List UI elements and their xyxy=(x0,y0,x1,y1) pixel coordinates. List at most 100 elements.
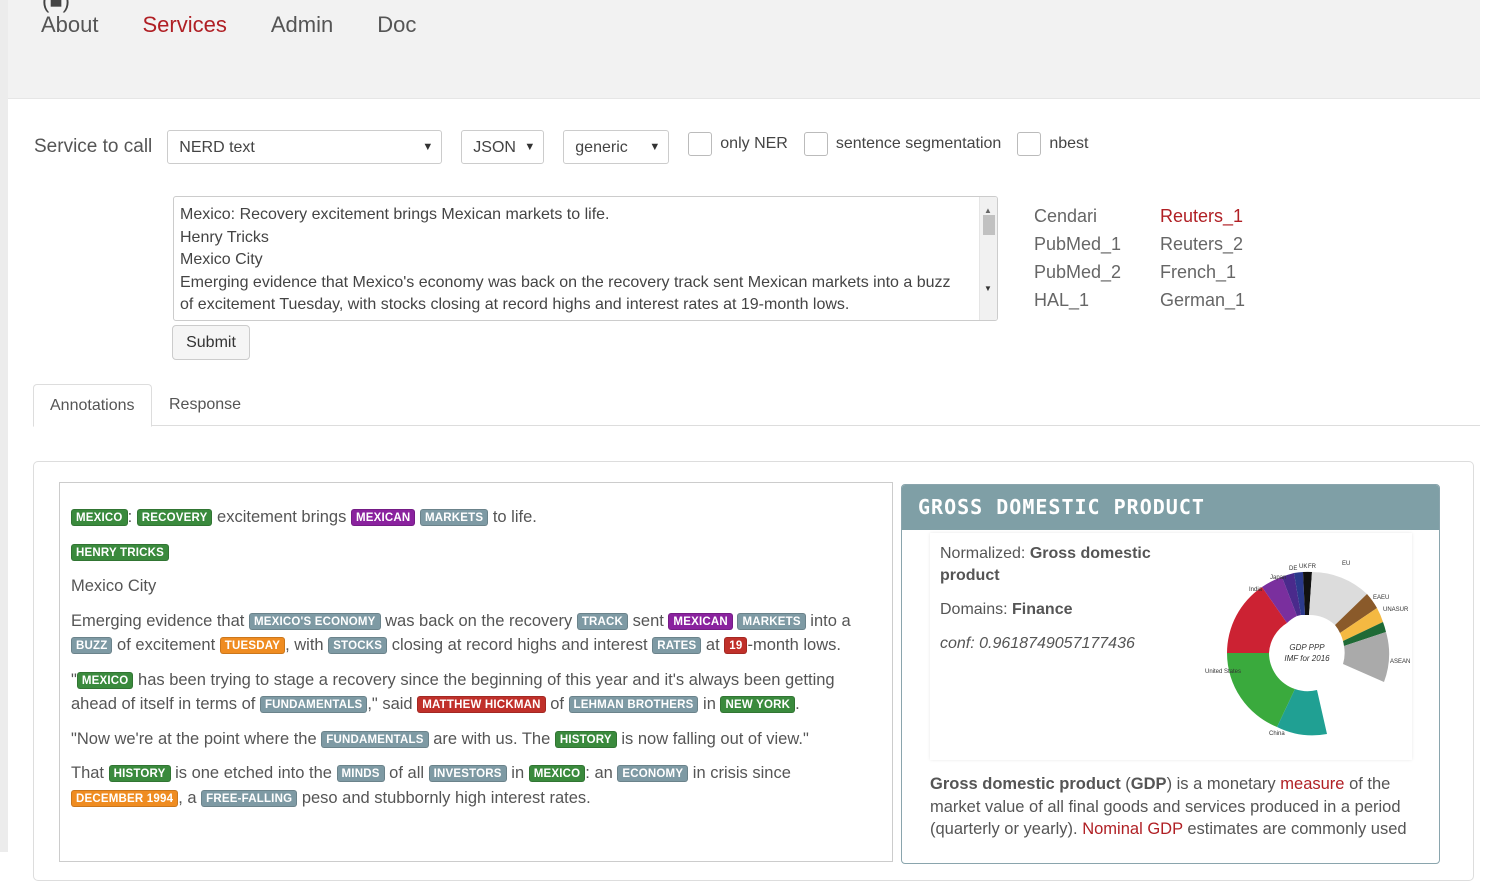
tab-response[interactable]: Response xyxy=(153,384,257,426)
entity-tag[interactable]: TUESDAY xyxy=(219,637,286,654)
domains-row: Domains: Finance xyxy=(940,599,1073,621)
entity-title: GROSS DOMESTIC PRODUCT xyxy=(902,485,1439,530)
only-ner-label: only NER xyxy=(720,135,788,152)
text-line: Mexico City xyxy=(180,251,263,268)
example-links: Cendari Reuters_1 PubMed_1 Reuters_2 Pub… xyxy=(1034,205,1280,311)
checkbox-box[interactable] xyxy=(803,132,828,156)
def-link-measure[interactable]: measure xyxy=(1280,775,1344,793)
chart-label: FR xyxy=(1308,564,1317,570)
entity-tag[interactable]: RECOVERY xyxy=(136,509,213,526)
entity-tag[interactable]: ECONOMY xyxy=(617,765,689,782)
chart-label: China xyxy=(1269,731,1285,737)
entity-tag[interactable]: 19 xyxy=(724,637,748,654)
entity-tag[interactable]: RATES xyxy=(652,637,702,654)
text-span: closing at record highs and interest xyxy=(387,636,653,654)
annotated-paragraph: That HISTORY is one etched into the MIND… xyxy=(71,761,882,810)
nav-services[interactable]: Services xyxy=(143,12,227,38)
mode-select[interactable]: generic ▼ xyxy=(563,130,670,164)
textarea-scrollbar[interactable]: ▲ ▼ xyxy=(979,197,997,320)
entity-tag[interactable]: MEXICAN xyxy=(350,509,416,526)
annotated-paragraph: HENRY TRICKS xyxy=(71,540,882,565)
service-select[interactable]: NERD text ▼ xyxy=(167,130,443,164)
annotated-document: MEXICO: RECOVERY excitement brings MEXIC… xyxy=(59,482,893,862)
example-reuters-2[interactable]: Reuters_2 xyxy=(1160,233,1280,255)
entity-tag[interactable]: MINDS xyxy=(336,765,385,782)
example-pubmed-1[interactable]: PubMed_1 xyxy=(1034,233,1160,255)
top-navbar: (■) About Services Admin Doc xyxy=(8,0,1480,99)
nav-doc[interactable]: Doc xyxy=(377,12,416,38)
entity-tag[interactable]: MATTHEW HICKMAN xyxy=(417,696,546,713)
entity-tag[interactable]: FREE-FALLING xyxy=(201,789,298,807)
text-span: in xyxy=(506,764,529,782)
nav-admin[interactable]: Admin xyxy=(271,12,333,38)
chart-label: UNASUR xyxy=(1383,607,1409,613)
only-ner-checkbox[interactable]: only NER xyxy=(688,132,788,156)
text-span: sent xyxy=(628,611,669,630)
annotated-paragraph: " MEXICO has been trying to stage a recov… xyxy=(71,668,882,717)
text-span: at xyxy=(701,636,725,654)
entity-tag[interactable]: MEXICO xyxy=(76,671,134,689)
entity-tag[interactable]: MARKETS xyxy=(419,509,489,526)
example-hal-1[interactable]: HAL_1 xyxy=(1034,289,1160,311)
left-edge xyxy=(0,0,8,852)
chart-label: DE xyxy=(1289,566,1297,572)
nav-links: About Services Admin Doc xyxy=(41,12,460,38)
text-span: of xyxy=(545,695,569,713)
entity-tag[interactable]: MEXICO xyxy=(528,765,586,782)
entity-tag[interactable]: INVESTORS xyxy=(428,765,507,782)
entity-tag[interactable]: TRACK xyxy=(576,612,629,630)
entity-tag[interactable]: MARKETS xyxy=(737,612,806,630)
example-reuters-1[interactable]: Reuters_1 xyxy=(1160,205,1280,227)
caret-down-icon: ▼ xyxy=(649,141,661,153)
text-span: Emerging evidence that xyxy=(71,611,249,630)
entity-tag[interactable]: STOCKS xyxy=(328,637,388,654)
example-german-1[interactable]: German_1 xyxy=(1160,289,1280,311)
entity-tag[interactable]: LEHMAN BROTHERS xyxy=(568,696,699,713)
checkbox-box[interactable] xyxy=(688,132,713,156)
input-textarea[interactable]: Mexico: Recovery excitement brings Mexic… xyxy=(173,196,998,321)
entity-info-box: GROSS DOMESTIC PRODUCT Normalized: Gross… xyxy=(901,484,1440,864)
chart-label: India xyxy=(1249,587,1263,593)
scroll-thumb[interactable] xyxy=(983,215,995,235)
mode-select-value: generic xyxy=(575,139,628,156)
entity-tag[interactable]: FUNDAMENTALS xyxy=(259,696,368,713)
entity-tag[interactable]: FUNDAMENTALS xyxy=(321,730,429,748)
nav-about[interactable]: About xyxy=(41,12,99,38)
service-controls: Service to call NERD text ▼ JSON ▼ gener… xyxy=(34,130,1104,164)
annotated-paragraph: Emerging evidence that MEXICO'S ECONOMY … xyxy=(71,609,882,658)
entity-tag[interactable]: DECEMBER 1994 xyxy=(71,789,179,807)
nbest-checkbox[interactable]: nbest xyxy=(1017,132,1088,156)
text-line: Henry Tricks xyxy=(180,228,269,246)
example-cendari[interactable]: Cendari xyxy=(1034,205,1160,227)
text-span: into a xyxy=(805,611,851,630)
entity-tag[interactable]: HISTORY xyxy=(554,730,617,748)
service-select-value: NERD text xyxy=(179,139,255,156)
checkbox-box[interactable] xyxy=(1017,132,1042,156)
scroll-down-icon[interactable]: ▼ xyxy=(984,278,992,301)
tab-annotations[interactable]: Annotations xyxy=(33,384,152,427)
text-span: "Now we're at the point where the xyxy=(71,729,322,748)
format-select[interactable]: JSON ▼ xyxy=(461,130,545,164)
text-span: of all xyxy=(384,764,429,782)
text-span: was back on the recovery xyxy=(380,611,577,630)
domains-label: Domains: xyxy=(940,601,1013,618)
submit-button[interactable]: Submit xyxy=(172,325,250,360)
entity-tag[interactable]: HENRY TRICKS xyxy=(71,543,170,561)
entity-tag[interactable]: NEW YORK xyxy=(720,696,796,713)
annotated-paragraph: "Now we're at the point where the FUNDAM… xyxy=(71,727,882,752)
sentence-segmentation-checkbox[interactable]: sentence segmentation xyxy=(803,132,1001,156)
chart-label: ASEAN xyxy=(1390,659,1410,665)
annotated-paragraph: MEXICO: RECOVERY excitement brings MEXIC… xyxy=(71,505,882,530)
entity-tag[interactable]: MEXICO'S ECONOMY xyxy=(248,612,381,630)
example-pubmed-2[interactable]: PubMed_2 xyxy=(1034,261,1160,283)
entity-tag[interactable]: MEXICO xyxy=(71,509,128,526)
chart-center-label: IMF for 2016 xyxy=(1284,654,1330,663)
def-link-nominal-gdp[interactable]: Nominal GDP xyxy=(1082,820,1183,838)
text-span: , with xyxy=(285,636,329,654)
example-french-1[interactable]: French_1 xyxy=(1160,261,1280,283)
entity-tag[interactable]: HISTORY xyxy=(108,765,171,782)
entity-card: Normalized: Gross domestic product Domai… xyxy=(930,533,1412,760)
def-bold: Gross domestic product xyxy=(930,775,1121,793)
entity-tag[interactable]: BUZZ xyxy=(71,637,113,654)
entity-tag[interactable]: MEXICAN xyxy=(668,612,733,630)
